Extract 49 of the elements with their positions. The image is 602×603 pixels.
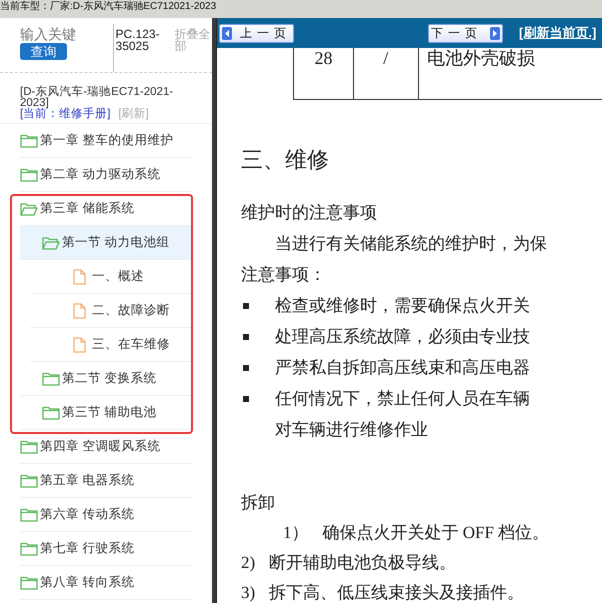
document-icon [73,268,86,284]
tree-item[interactable]: 第五章 电器系统 [20,464,192,498]
notes-title: 注意事项： [241,264,327,286]
tree-item[interactable]: 第一章 整车的使用维护 [20,124,192,158]
bullet-text: 处理高压系统故障，必须由专业技 [275,326,530,348]
step-text: 拆下高、低压线束接头及接插件。 [269,582,524,603]
document-icon [73,336,86,352]
paragraph: 当进行有关储能系统的维护时，为保 [274,233,548,255]
step-number: 1） [283,522,308,544]
subheading: 拆卸 [241,492,276,514]
part-code: PC.123-35025 [114,26,161,55]
step-text: 确保点火开关处于 OFF 档位。 [322,522,550,544]
bullet-text: 严禁私自拆卸高压线束和高压电器 [275,357,530,379]
bullet-continuation: 对车辆进行维修作业 [274,419,429,441]
bullet-text: 检查或维修时，需要确保点火开关 [275,295,530,317]
tree-item[interactable]: 第二章 动力驱动系统 [20,158,192,192]
tree-item[interactable]: 三、在车维修 [30,328,192,362]
tree-item[interactable]: 二、故障诊断 [30,294,192,328]
current-manual-link[interactable]: [当前：维修手册] [20,108,110,120]
document-icon [73,302,86,318]
left-arrow-icon [222,26,232,40]
step-number: 2) [241,552,256,574]
previous-page-button[interactable]: 上一页 [219,24,294,42]
bullet-icon [243,334,249,340]
bullet-icon [243,364,249,370]
tree-item[interactable]: 第八章 转向系统 [20,566,192,600]
table-cell: / [353,48,418,100]
subheading: 维护时的注意事项 [241,202,378,224]
step-text: 断开辅助电池负极导线。 [269,552,456,574]
tree-item[interactable]: 一、概述 [30,260,192,294]
search-button[interactable]: 查询 [20,43,67,60]
vehicle-title: [D-东风汽车-瑞驰EC71-2021-2023] [20,87,174,109]
section-heading: 三、维修 [241,146,330,174]
bullet-icon [243,302,249,308]
tree-item[interactable]: 第六章 传动系统 [20,498,192,532]
next-page-button[interactable]: 下一页 [428,24,503,42]
tree-item[interactable]: 第四章 空调暖风系统 [20,430,192,464]
tree-item[interactable]: 第七章 行驶系统 [20,532,192,566]
vehicle-label: 当前车型：厂家:D-东风汽车瑞驰EC712021-2023 [0,0,216,14]
bullet-text: 任何情况下，禁止任何人员在车辆 [275,388,530,410]
tree-item[interactable]: 第一节 动力电池组 [20,226,192,260]
right-arrow-icon [490,26,500,40]
tree-item[interactable]: 第三节 辅助电池 [20,396,192,430]
table-cell: 28 [294,48,354,100]
bullet-icon [243,396,249,402]
refresh-page-link[interactable]: [刷新当前页.] [519,24,596,42]
tree-item[interactable]: 第二节 变换系统 [20,362,192,396]
step-number: 3) [241,582,256,603]
table-cell: 电池外壳破损 [418,48,602,100]
